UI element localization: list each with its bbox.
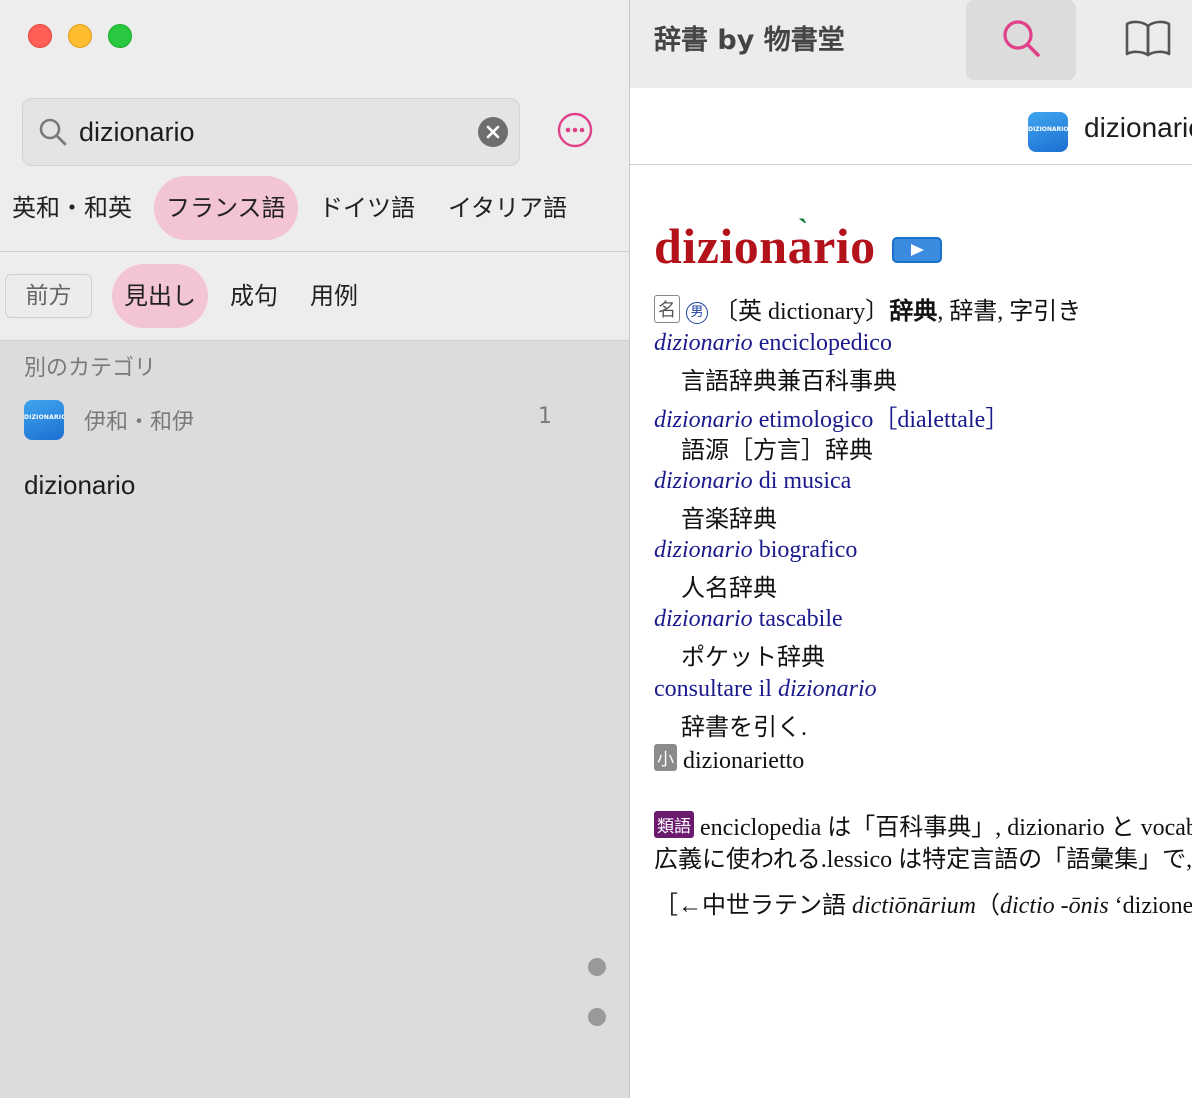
definition-bold: 辞典 — [889, 299, 938, 325]
entry-pane: 辞書 by 物書堂 DIZIONARIO dizionario dizionar… — [630, 0, 1192, 1098]
search-toolbar-button[interactable] — [966, 0, 1076, 80]
zoom-window-button[interactable] — [108, 24, 132, 48]
synonym-text-continued: 広義に使われる.lessico は特定言語の「語彙集」で, no — [654, 847, 1192, 873]
gender-badge: 男 — [686, 302, 708, 324]
definition-prefix: 〔英 dictionary〕 — [714, 299, 890, 325]
result-list-item[interactable]: dizionario — [24, 470, 135, 501]
tab-italian[interactable]: イタリア語 — [436, 176, 579, 240]
entry-header-title: dizionario — [1084, 112, 1192, 143]
example-translation: 音楽辞典 — [681, 507, 777, 533]
dizionario-app-icon: DIZIONARIO — [1028, 112, 1069, 152]
close-window-button[interactable] — [28, 24, 52, 48]
search-input[interactable] — [79, 109, 469, 155]
search-icon — [39, 118, 67, 146]
definition-rest: , 辞書, 字引き — [937, 299, 1082, 325]
dictionary-name: 伊和・和伊 — [84, 410, 195, 435]
tab-english[interactable]: 英和・和英 — [0, 176, 144, 240]
tab-german[interactable]: ドイツ語 — [307, 176, 427, 240]
scroll-indicator-dot[interactable] — [588, 958, 606, 976]
headword: dizionario — [654, 218, 876, 274]
book-icon[interactable] — [1124, 18, 1172, 58]
example-phrase[interactable]: dizionario di musica — [654, 468, 851, 495]
other-category-row[interactable]: DIZIONARIO 伊和・和伊 1 — [0, 388, 629, 450]
prefix-match-button[interactable]: 前方 — [5, 274, 92, 318]
pos-badge: 名 — [654, 295, 680, 323]
minimize-window-button[interactable] — [68, 24, 92, 48]
match-mode-tabs: 前方 見出し 成句 用例 — [0, 264, 629, 328]
example-phrase[interactable]: consultare il dizionario — [654, 676, 877, 703]
tab-example[interactable]: 用例 — [298, 264, 370, 328]
example-phrase[interactable]: dizionario tascabile — [654, 606, 843, 633]
example-translation: 辞書を引く. — [681, 715, 807, 741]
sidebar: 英和・和英 フランス語 ドイツ語 イタリア語 前方 見出し 成句 用例 別のカテ… — [0, 0, 629, 1098]
accent-mark: ` — [798, 213, 808, 246]
app-title: 辞書 by 物書堂 — [654, 25, 845, 56]
result-count: 1 — [538, 404, 552, 429]
example-translation: 人名辞典 — [681, 576, 777, 602]
tab-headword[interactable]: 見出し — [112, 264, 208, 328]
example-phrase[interactable]: dizionario biografico — [654, 537, 857, 564]
play-audio-button[interactable] — [892, 237, 942, 263]
diminutive-badge: 小 — [654, 744, 677, 771]
diminutive-line: 小 dizionarietto — [654, 744, 804, 775]
scroll-indicator-dot[interactable] — [588, 1008, 606, 1026]
clear-search-icon[interactable] — [478, 117, 508, 147]
synonym-line: 類語 enciclopedia は「百科事典」, dizionario と vo… — [654, 807, 1192, 842]
example-translation: 語源［方言］辞典 — [681, 438, 873, 464]
tab-phrase[interactable]: 成句 — [218, 264, 290, 328]
example-translation: ポケット辞典 — [681, 645, 825, 671]
entry-header: DIZIONARIO dizionario — [630, 88, 1192, 165]
other-category-label: 別のカテゴリ — [24, 356, 157, 381]
divider — [0, 340, 629, 341]
definition-line: 名 男 〔英 dictionary〕辞典, 辞書, 字引き — [654, 291, 1081, 326]
divider — [0, 251, 629, 252]
dizionario-app-icon: DIZIONARIO — [24, 400, 64, 440]
example-translation: 言語辞典兼百科事典 — [681, 369, 897, 395]
toolbar: 辞書 by 物書堂 — [630, 0, 1192, 88]
diminutive-word[interactable]: dizionarietto — [683, 748, 804, 774]
example-phrase[interactable]: dizionario enciclopedico — [654, 330, 892, 357]
synonym-badge: 類語 — [654, 811, 694, 838]
more-options-icon[interactable] — [557, 112, 593, 148]
play-icon — [911, 244, 924, 256]
tab-french[interactable]: フランス語 — [154, 176, 298, 240]
etymology-line: ［←中世ラテン語 dictiōnārium（dictio -ōnis ‘dizi… — [654, 893, 1192, 919]
example-phrase[interactable]: dizionario etimologico［dialettale］ — [654, 399, 1009, 434]
search-field[interactable] — [22, 98, 520, 166]
search-icon — [1003, 20, 1040, 57]
synonym-text: enciclopedia は「百科事典」, dizionario と vocab — [700, 815, 1192, 841]
category-tabs: 英和・和英 フランス語 ドイツ語 イタリア語 — [0, 176, 629, 240]
